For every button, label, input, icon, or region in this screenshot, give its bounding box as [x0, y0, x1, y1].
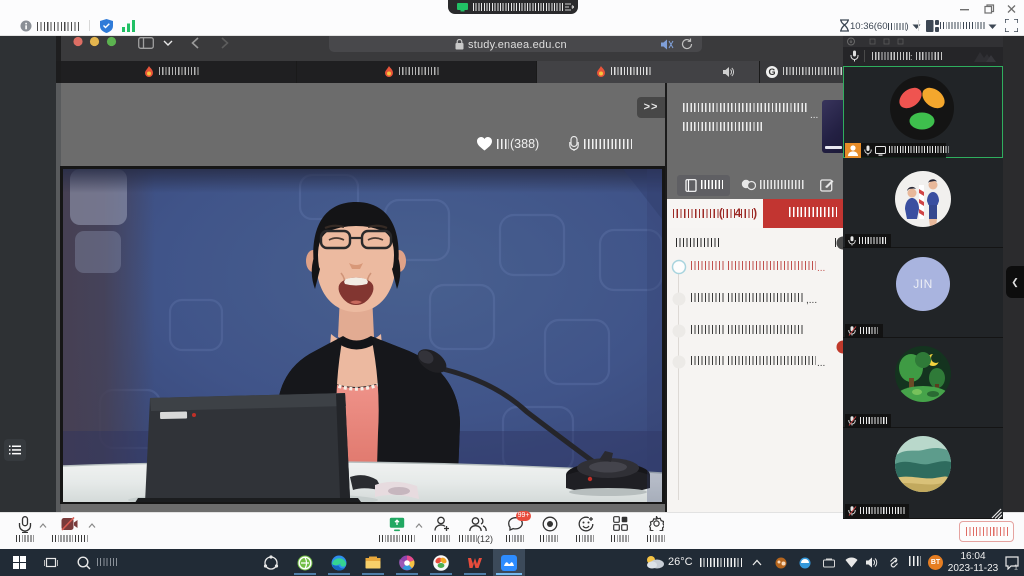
- svg-text:G: G: [768, 67, 775, 77]
- svg-text:1: 1: [1014, 565, 1018, 571]
